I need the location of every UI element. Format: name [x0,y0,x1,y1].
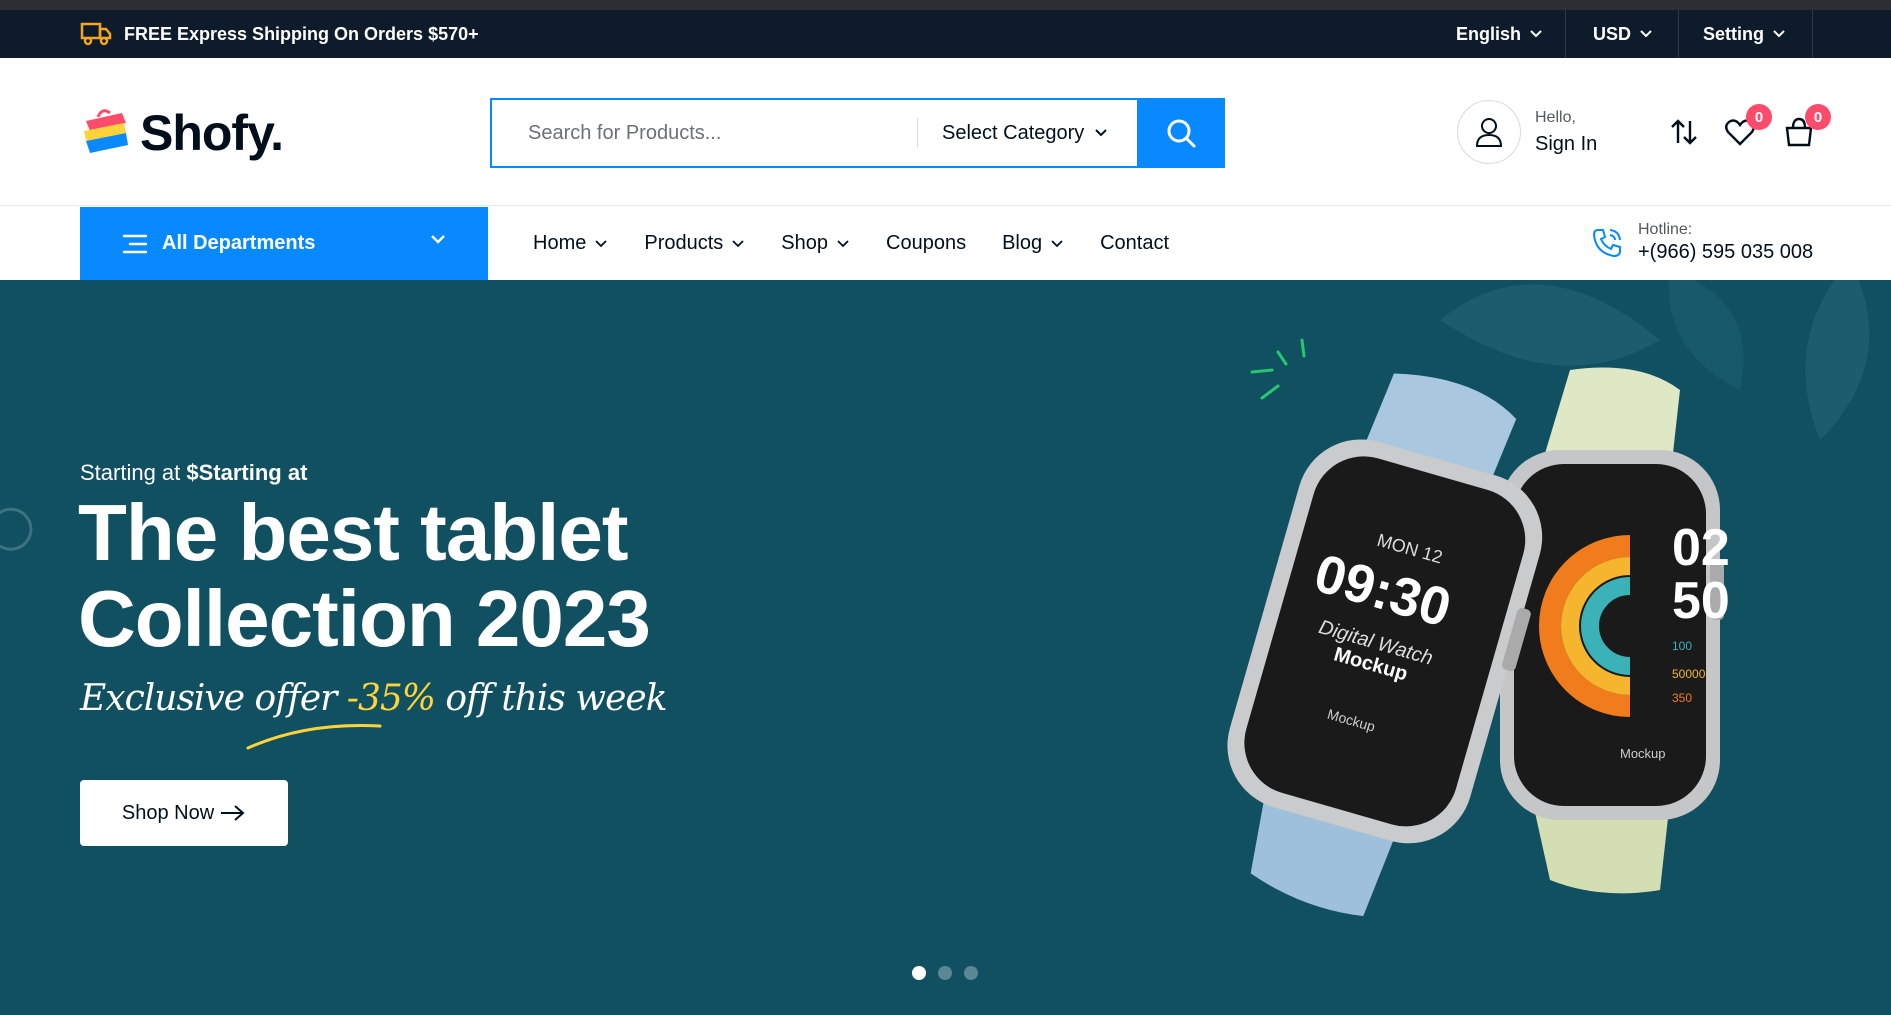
loader-ring-decoration [0,507,33,551]
hotline-number[interactable]: +(966) 595 035 008 [1638,241,1813,264]
setting-dropdown[interactable]: Setting [1703,10,1786,58]
chevron-down-icon [431,235,445,244]
language-dropdown[interactable]: English [1456,10,1543,58]
hero-pretitle-text: Starting at [80,460,187,485]
chevron-down-icon [1051,239,1063,247]
main-nav: All Departments Home Products Shop Coupo… [0,207,1891,280]
nav-item-label: Home [533,232,587,254]
chevron-down-icon [732,239,744,247]
watch2-stat: 100 [1672,639,1692,653]
shop-now-label: Shop Now [121,801,215,824]
divider [1565,10,1566,58]
hotline: Hotline: +(966) 595 035 008 [1590,221,1813,264]
watch2-stat: 350 [1672,691,1692,705]
category-select-label: Select Category [942,121,1085,144]
nav-item-label: Contact [1100,232,1170,254]
chevron-down-icon [595,239,607,247]
chevron-down-icon [1640,30,1652,38]
divider [1678,10,1679,58]
currency-dropdown[interactable]: USD [1593,10,1653,58]
shipping-notice: FREE Express Shipping On Orders $570+ [80,10,479,58]
nav-item-products[interactable]: Products [644,232,745,255]
account-greeting: Hello, [1535,108,1576,126]
nav-item-contact[interactable]: Contact [1100,232,1169,255]
wishlist-button[interactable]: 0 [1720,104,1772,152]
truck-icon [80,22,112,46]
shop-now-button[interactable]: Shop Now [80,780,288,846]
smartwatch-product-image: 02 50 100 50000 350 Mockup MON 12 09:30 … [1227,367,1730,917]
nav-item-home[interactable]: Home [533,232,608,255]
watch2-hour: 02 [1672,519,1730,577]
slider-pagination [912,966,978,980]
slider-dot[interactable] [938,966,952,980]
chevron-down-icon [1773,30,1785,38]
hero-pretitle-price: $Starting at [186,460,308,485]
nav-item-blog[interactable]: Blog [1002,232,1064,255]
browser-strip [0,0,1891,10]
watch2-brand: Mockup [1620,746,1666,761]
currency-label: USD [1593,23,1632,44]
slider-dot[interactable] [912,966,926,980]
offer-text: off this week [434,678,667,719]
search-input[interactable] [492,100,917,166]
header: Shofy. Select Category Hello, Sign In 0 … [0,58,1891,206]
nav-item-label: Coupons [886,232,967,254]
hero-title-line: The best tablet [78,488,629,577]
setting-label: Setting [1703,23,1764,44]
user-icon [1475,118,1503,147]
hero-offer: Exclusive offer -35% off this week [80,678,668,719]
shipping-text: FREE Express Shipping On Orders $570+ [124,23,479,44]
account-link[interactable]: Hello, Sign In [1457,100,1597,164]
hotline-label: Hotline: [1638,221,1693,238]
nav-item-shop[interactable]: Shop [781,232,850,255]
all-departments-button[interactable]: All Departments [80,207,488,280]
nav-menu: Home Products Shop Coupons Blog Contact [533,207,1169,280]
hero-title-line: Collection 2023 [78,574,651,663]
menu-icon [122,234,148,253]
search-icon [1167,119,1196,148]
language-label: English [1456,23,1522,44]
chevron-down-icon [1095,129,1108,137]
search-bar: Select Category [490,98,1225,168]
category-select[interactable]: Select Category [917,118,1137,148]
divider [1812,10,1813,58]
nav-item-label: Products [644,232,724,254]
wishlist-count-badge: 0 [1746,104,1772,130]
nav-item-coupons[interactable]: Coupons [886,232,966,255]
hero-title: The best tablet Collection 2023 [78,488,651,663]
all-departments-label: All Departments [162,232,316,254]
underline-swoosh-decoration [246,724,382,750]
nav-item-label: Blog [1002,232,1043,254]
cart-count-badge: 0 [1805,104,1831,130]
arrow-right-icon [221,805,245,821]
logo-text: Shofy. [140,105,284,161]
chevron-down-icon [837,239,849,247]
logo[interactable]: Shofy. [80,104,284,162]
watch2-stat: 50000 [1672,667,1706,681]
user-avatar [1457,100,1521,164]
sign-in-link[interactable]: Sign In [1535,133,1597,156]
cart-button[interactable]: 0 [1779,104,1831,152]
phone-icon [1592,228,1621,257]
compare-button[interactable] [1664,112,1704,152]
hero-pretitle: Starting at $Starting at [80,460,307,486]
search-button[interactable] [1137,98,1225,168]
nav-item-label: Shop [781,232,829,254]
hero-slider: Starting at $Starting at The best tablet… [0,280,1891,1015]
chevron-down-icon [1530,30,1542,38]
slider-dot[interactable] [964,966,978,980]
compare-arrows-icon [1671,119,1697,145]
offer-text: Exclusive offer [80,678,347,719]
offer-percentage: -35% [346,678,436,719]
watch2-minute: 50 [1672,572,1730,630]
top-bar: FREE Express Shipping On Orders $570+ En… [0,10,1891,58]
shopping-bag-logo-icon [84,109,128,153]
